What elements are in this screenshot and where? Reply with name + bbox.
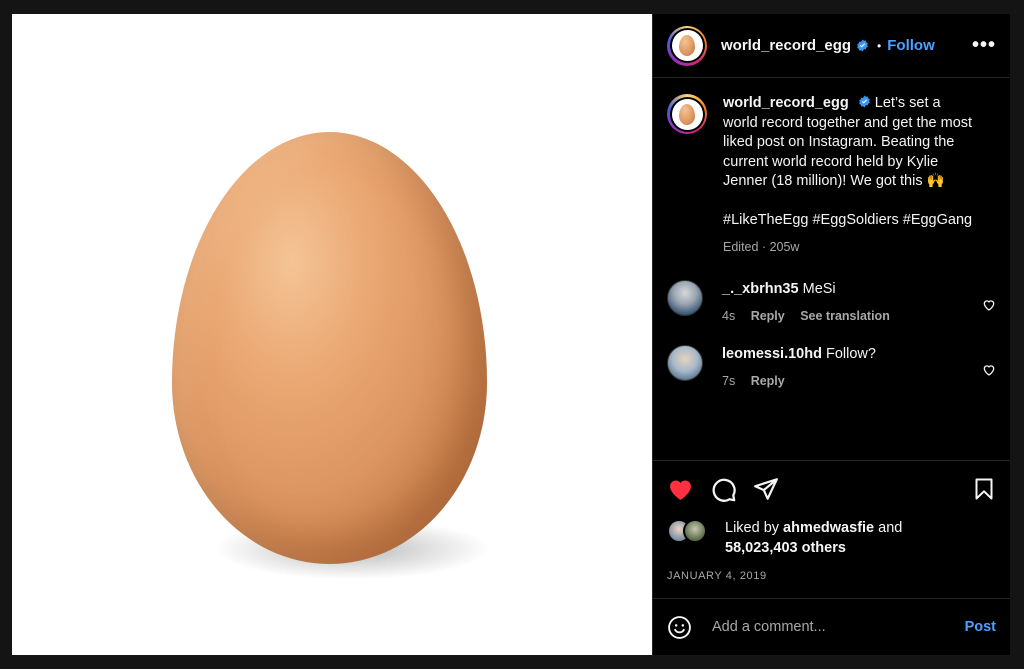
egg-photo [172, 132, 487, 564]
post-header: world_record_egg • Follow ••• [653, 14, 1010, 78]
comment-like-heart-icon[interactable] [982, 298, 996, 312]
caption: world_record_egg Let’s set a world recor… [653, 78, 1010, 254]
see-translation-button[interactable]: See translation [800, 309, 890, 323]
meta-separator: · [758, 240, 770, 254]
comment-text: MeSi [802, 281, 836, 297]
post-comment-button[interactable]: Post [965, 619, 996, 635]
edited-label: Edited [723, 240, 759, 254]
caption-hashtags[interactable]: #LikeTheEgg #EggSoldiers #EggGang [723, 211, 977, 231]
smiley-icon[interactable] [667, 615, 692, 640]
post-media[interactable] [12, 14, 652, 655]
commenter-avatar[interactable] [667, 345, 703, 381]
likes-count[interactable]: 58,023,403 others [725, 540, 846, 556]
likes-and: and [878, 520, 903, 536]
post-side-panel: world_record_egg • Follow ••• world_reco… [652, 14, 1010, 655]
comment-text: Follow? [825, 346, 876, 362]
liker-avatar [683, 519, 707, 543]
post-actions: Liked by ahmedwasfie and 58,023,403 othe… [653, 460, 1010, 582]
post-date[interactable]: JANUARY 4, 2019 [667, 570, 996, 582]
heart-filled-icon[interactable] [667, 476, 694, 503]
add-comment-input[interactable] [710, 618, 965, 636]
verified-badge-icon [858, 95, 870, 108]
bookmark-icon[interactable] [972, 476, 996, 502]
caption-text-block: world_record_egg Let’s set a world recor… [723, 94, 977, 192]
likes-text: Liked by ahmedwasfie and 58,023,403 othe… [725, 519, 902, 558]
comment-item: _._xbrhn35 MeSi 4s Reply See translation [653, 280, 1010, 323]
likes-summary: Liked by ahmedwasfie and 58,023,403 othe… [667, 519, 996, 558]
author-username[interactable]: world_record_egg [721, 37, 851, 54]
liker-username[interactable]: ahmedwasfie [783, 520, 874, 536]
reply-button[interactable]: Reply [751, 309, 785, 323]
comment-like-heart-icon[interactable] [982, 363, 996, 377]
follow-button[interactable]: Follow [887, 37, 935, 54]
verified-badge-icon [857, 39, 868, 52]
add-comment-bar: Post [653, 598, 1010, 655]
more-options-icon[interactable]: ••• [972, 34, 996, 57]
liker-avatars[interactable] [667, 519, 715, 543]
post-dialog: world_record_egg • Follow ••• world_reco… [12, 14, 1010, 655]
comment-bubble-icon[interactable] [710, 476, 737, 503]
reply-button[interactable]: Reply [751, 374, 785, 388]
caption-avatar[interactable] [667, 94, 707, 134]
author-avatar[interactable] [667, 25, 707, 66]
caption-age[interactable]: 205w [770, 240, 800, 254]
header-separator: • [877, 38, 882, 53]
paper-plane-icon[interactable] [753, 476, 779, 502]
caption-username[interactable]: world_record_egg [723, 95, 849, 111]
commenter-username[interactable]: _._xbrhn35 [722, 281, 799, 297]
comment-age[interactable]: 4s [722, 309, 735, 323]
commenter-username[interactable]: leomessi.10hd [722, 346, 822, 362]
comment-item: leomessi.10hd Follow? 7s Reply [653, 345, 1010, 388]
caption-meta: Edited · 205w [723, 240, 977, 254]
comment-age[interactable]: 7s [722, 374, 735, 388]
commenter-avatar[interactable] [667, 280, 703, 316]
liked-by-prefix: Liked by [725, 520, 780, 536]
